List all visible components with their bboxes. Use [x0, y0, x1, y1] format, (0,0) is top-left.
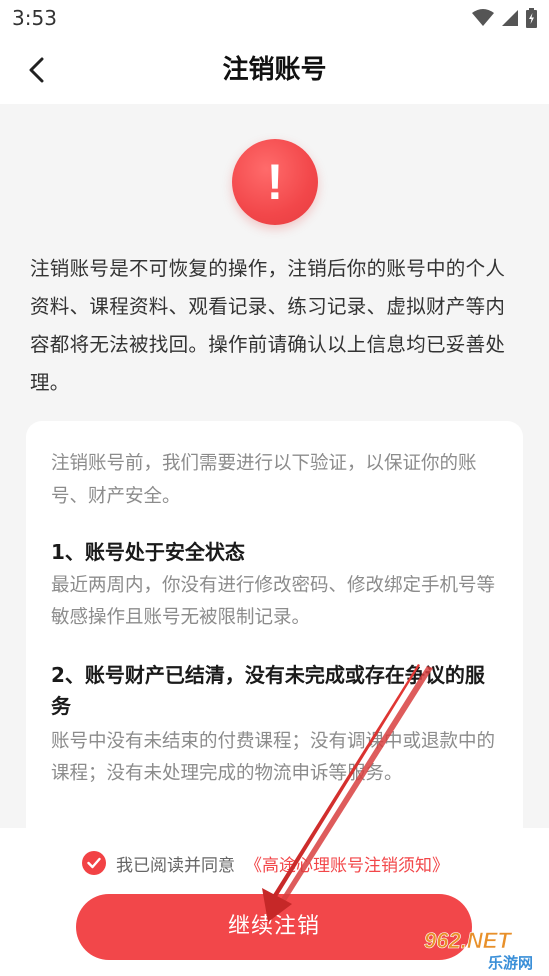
status-time: 3:53 — [12, 6, 57, 30]
continue-cancel-button[interactable]: 继续注销 — [76, 894, 472, 960]
requirement-title-1: 1、账号处于安全状态 — [51, 540, 245, 564]
warning-description: 注销账号是不可恢复的操作，注销后你的账号中的个人资料、课程资料、观看记录、练习记… — [30, 257, 506, 394]
card-intro-text: 注销账号前，我们需要进行以下验证，以保证你的账号、财产安全。 — [51, 453, 477, 507]
agreement-checkbox[interactable] — [82, 851, 106, 875]
verification-card: 注销账号前，我们需要进行以下验证，以保证你的账号、财产安全。 1、账号处于安全状… — [26, 421, 523, 861]
nav-bar: 注销账号 — [0, 36, 549, 104]
status-bar: 3:53 — [0, 0, 549, 36]
check-icon — [87, 857, 101, 869]
agreement-link[interactable]: 《高途心理账号注销须知》 — [245, 851, 449, 876]
battery-icon — [526, 8, 537, 28]
bottom-action-area: 我已阅读并同意 《高途心理账号注销须知》 继续注销 — [0, 828, 549, 976]
page-title: 注销账号 — [222, 55, 327, 85]
requirement-title-2: 2、账号财产已结清，没有未完成或存在争议的服务 — [51, 663, 485, 718]
signal-icon — [502, 10, 518, 26]
agreement-row: 我已阅读并同意 《高途心理账号注销须知》 — [82, 850, 449, 876]
requirement-desc-2: 账号中没有未结束的付费课程；没有调课中或退款中的课程；没有未处理完成的物流申诉等… — [51, 731, 496, 784]
status-icons — [472, 8, 537, 28]
requirement-desc-1: 最近两周内，你没有进行修改密码、修改绑定手机号等敏感操作且账号无被限制记录。 — [51, 575, 496, 628]
wifi-icon — [472, 9, 494, 26]
agreement-text: 我已阅读并同意 — [116, 855, 235, 876]
exclamation-icon: ! — [232, 139, 318, 225]
